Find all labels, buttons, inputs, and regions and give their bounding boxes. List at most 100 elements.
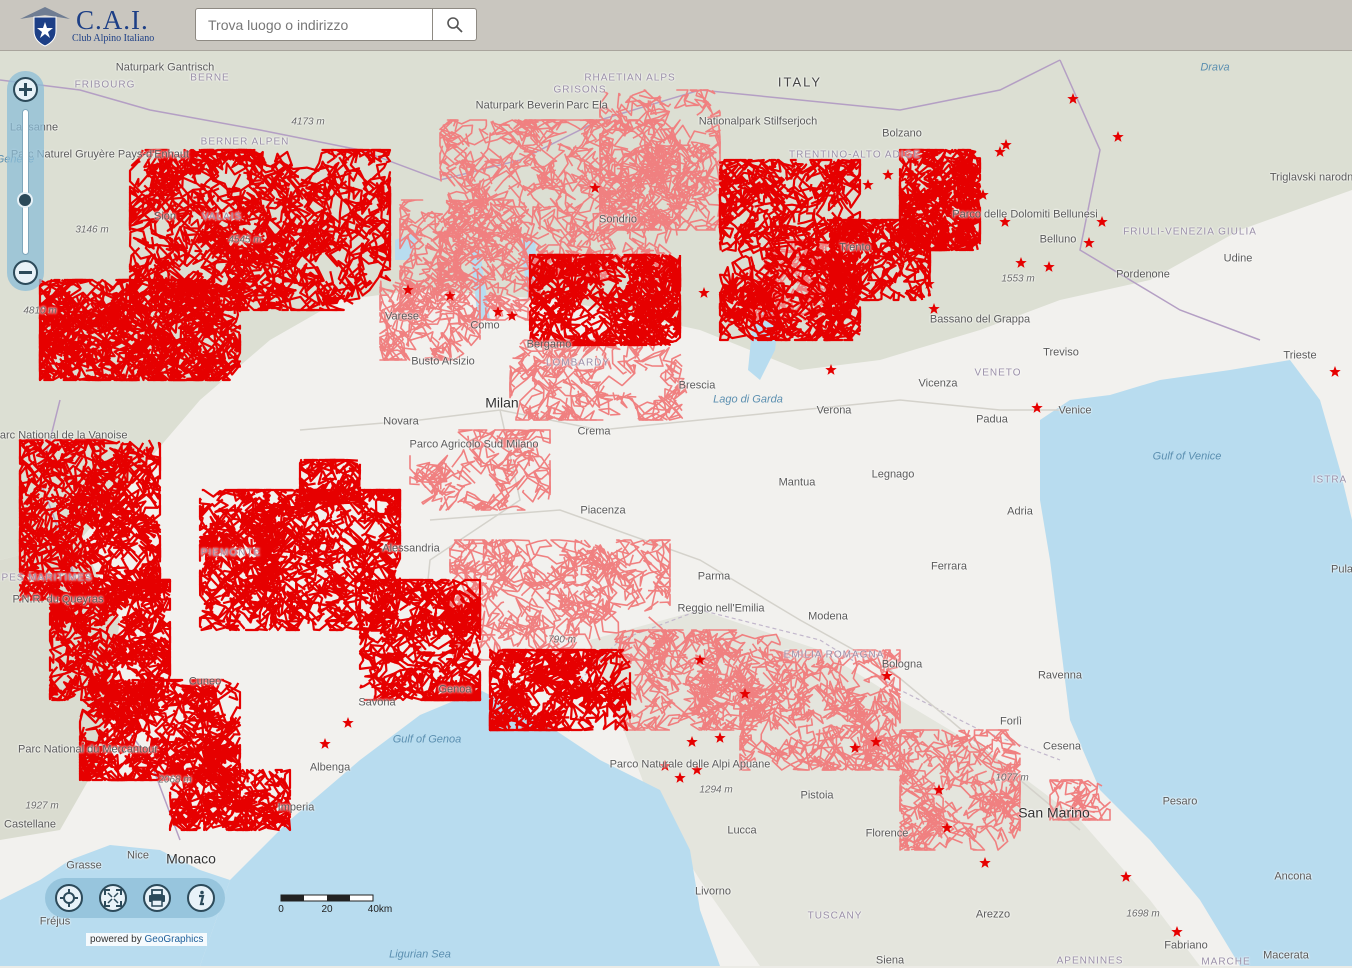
place-label: Imperia: [277, 801, 315, 814]
place-label: Livorno: [694, 885, 732, 898]
place-label: Grasse: [66, 859, 102, 872]
place-label: P.N.R. du Queyras: [12, 593, 104, 606]
map-toolbar: [45, 878, 225, 918]
place-label: Forlì: [1000, 715, 1022, 728]
logo-name: C.A.I.: [76, 5, 149, 35]
zoom-slider-track[interactable]: [22, 109, 29, 255]
place-label: Ravenna: [1037, 669, 1083, 682]
place-label: Milan: [485, 394, 519, 411]
place-label: Trento: [839, 241, 871, 254]
place-label: Lucca: [727, 824, 757, 837]
basemap: [0, 51, 1352, 966]
powered-by-credit[interactable]: powered by GeoGraphics: [86, 933, 208, 946]
info-button[interactable]: [187, 884, 215, 912]
place-label: TUSCANY: [807, 910, 863, 922]
place-label: Busto Arsizio: [411, 355, 475, 368]
place-label: Parc Ela: [566, 99, 608, 112]
place-label: 4810 m: [23, 305, 57, 317]
place-label: Verona: [816, 404, 852, 417]
place-label: Naturpark Beverin: [475, 99, 565, 112]
place-label: 1553 m: [1001, 273, 1035, 285]
place-label: Pesaro: [1162, 795, 1198, 808]
place-label: PIEMONTE: [200, 547, 262, 559]
top-header: C.A.I. Club Alpino Italiano: [0, 0, 1352, 51]
place-label: Gulf of Venice: [1152, 450, 1222, 463]
place-label: Bolzano: [882, 127, 922, 140]
place-label: 790 m: [548, 634, 576, 646]
place-label: Genoa: [438, 683, 472, 696]
place-label: 4545 m: [228, 234, 262, 246]
place-label: Lago di Garda: [713, 393, 783, 406]
place-label: Sion: [153, 210, 177, 223]
place-label: APENNINES: [1056, 955, 1124, 967]
place-label: Nice: [126, 849, 150, 862]
zoom-out-button[interactable]: [13, 260, 38, 285]
place-label: Bologna: [881, 658, 923, 671]
place-label: Siena: [875, 954, 905, 967]
minus-icon: [19, 271, 32, 274]
place-label: Legnago: [871, 468, 915, 481]
place-label: 2068 m: [158, 774, 192, 786]
place-label: Naturpark Gantrisch: [115, 61, 215, 74]
place-label: San Marino: [1018, 804, 1090, 821]
search-input[interactable]: [196, 9, 432, 40]
place-label: Vicenza: [918, 377, 958, 390]
place-label: Gulf of Genoa: [392, 733, 462, 746]
place-label: Ancona: [1274, 870, 1312, 883]
place-label: Pula: [1330, 563, 1352, 576]
place-label: Varese: [384, 310, 420, 323]
place-label: Fréjus: [39, 915, 71, 928]
place-label: Reggio nell'Emilia: [677, 602, 765, 615]
place-label: 1294 m: [699, 784, 733, 796]
map-canvas[interactable]: FRIBOURGBERNENaturpark GantrischLausanne…: [0, 51, 1352, 968]
crosshair-icon: [60, 889, 78, 907]
place-label: 4173 m: [291, 116, 325, 128]
place-label: Pordenone: [1116, 268, 1170, 281]
powered-prefix: powered by: [90, 934, 142, 945]
place-label: Ferrara: [930, 560, 968, 573]
search-button[interactable]: [432, 9, 477, 40]
search-icon: [447, 16, 463, 33]
place-label: VENETO: [974, 367, 1022, 379]
zoom-control: [7, 71, 44, 291]
place-label: Adria: [1007, 505, 1033, 518]
place-label: Castellane: [4, 818, 56, 831]
place-label: Florence: [865, 827, 909, 840]
place-label: Parc National de la Vanoise: [0, 429, 128, 442]
place-label: Monaco: [166, 850, 216, 867]
place-label: Ligurian Sea: [389, 948, 451, 961]
place-label: Triglavski narodni park: [1269, 171, 1352, 184]
place-label: FRIULI-VENEZIA GIULIA: [1123, 226, 1257, 238]
scale-bar: 0 20 40km: [278, 892, 392, 920]
cai-logo[interactable]: C.A.I. Club Alpino Italiano: [14, 3, 174, 47]
place-label: 1077 m: [995, 772, 1029, 784]
place-label: GRISONS: [553, 84, 607, 96]
search-box: [195, 8, 477, 41]
place-label: Brescia: [678, 379, 716, 392]
scale-tick-20: 20: [321, 904, 333, 915]
place-label: FRIBOURG: [74, 79, 136, 91]
zoom-slider-handle[interactable]: [17, 192, 33, 208]
place-label: Venice: [1058, 404, 1092, 417]
print-button[interactable]: [143, 884, 171, 912]
zoom-in-button[interactable]: [13, 77, 38, 102]
scale-tick-40: 40km: [367, 904, 393, 915]
place-label: Cesena: [1043, 740, 1081, 753]
place-label: 1927 m: [25, 800, 59, 812]
place-label: TRENTINO-ALTO ADIGE: [789, 149, 921, 161]
print-icon: [149, 889, 165, 907]
place-label: Pistoia: [800, 789, 834, 802]
place-label: 1698 m: [1126, 908, 1160, 920]
locate-button[interactable]: [55, 884, 83, 912]
place-label: Parma: [697, 570, 731, 583]
scale-tick-0: 0: [278, 904, 284, 915]
place-label: Nationalpark Stilfserjoch: [698, 115, 818, 128]
place-label: Novara: [383, 415, 419, 428]
place-label: Crema: [577, 425, 611, 438]
place-label: Bassano del Grappa: [929, 313, 1031, 326]
fullscreen-button[interactable]: [99, 884, 127, 912]
place-label: Sondrio: [599, 213, 637, 226]
place-label: Treviso: [1043, 346, 1079, 359]
place-label: Parco delle Dolomiti Bellunesi: [952, 208, 1098, 221]
place-label: Bergamo: [526, 338, 572, 351]
